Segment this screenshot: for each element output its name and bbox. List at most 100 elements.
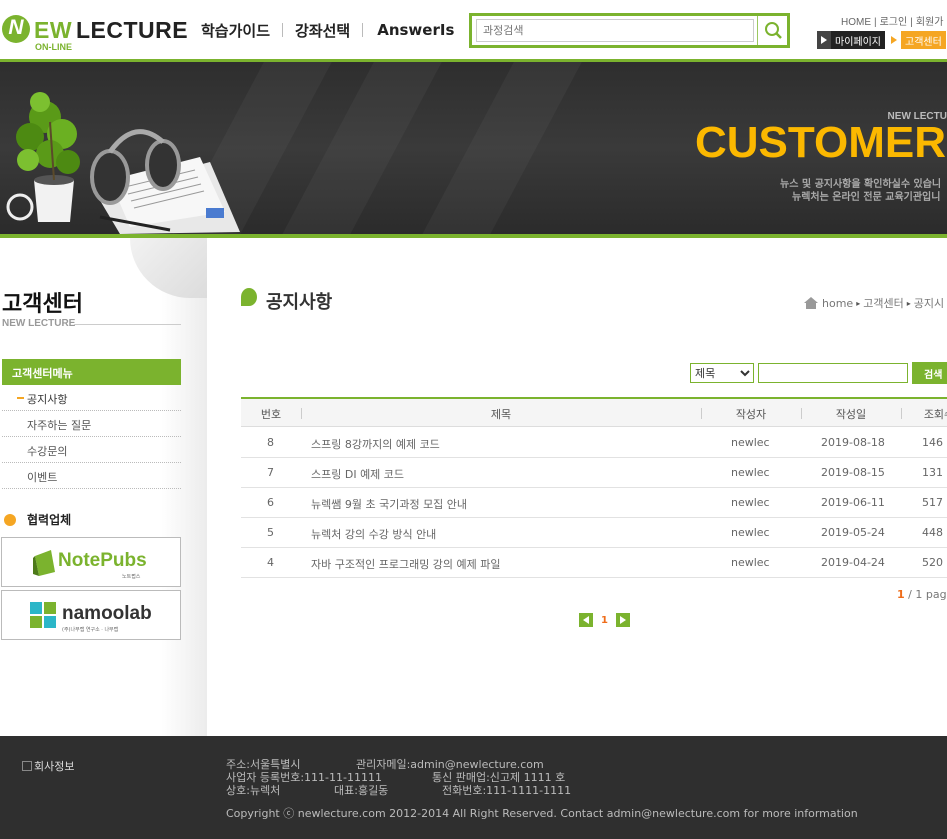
- col-no: 번호: [260, 408, 282, 421]
- sidebar-item-event[interactable]: 이벤트: [2, 463, 181, 489]
- table-row: 7 스프링 DI 예제 코드 newlec 2019-08-15 131: [241, 458, 947, 488]
- title-leaf-icon: [241, 288, 257, 306]
- partner-subname: (주)나무랩 연구소 · 나무랩: [62, 627, 119, 633]
- row-no: 4: [267, 556, 274, 569]
- row-no: 8: [267, 436, 274, 449]
- table-row: 4 자바 구조적인 프로그래밍 강의 예제 파일 newlec 2019-04-…: [241, 548, 947, 578]
- col-date: 작성일: [835, 408, 867, 421]
- partner-name: namoolab: [62, 603, 152, 624]
- table-header: 번호 제목 작성자 작성일 조회수: [241, 397, 947, 427]
- breadcrumb-notice[interactable]: 공지시: [914, 295, 944, 311]
- page: N EW LECTURE ON-LINE 학습가이드 강좌선택 AnswerIs…: [0, 0, 947, 839]
- footer-logo: 회사정보: [22, 758, 74, 774]
- arrow-right-icon: [619, 616, 626, 624]
- sidebar: 고객센터 NEW LECTURE 고객센터메뉴 공지사항 자주하는 질문 수강문…: [0, 238, 207, 736]
- col-title: 제목: [490, 408, 512, 421]
- banner-title: CUSTOMER: [695, 118, 946, 167]
- arrow-right-icon: [817, 31, 831, 49]
- board-search-input[interactable]: [758, 363, 908, 383]
- logo-text-lecture: LECTURE: [76, 17, 189, 43]
- row-no: 7: [267, 466, 274, 479]
- util-join-link[interactable]: 회원가: [916, 17, 944, 28]
- row-hit: 146: [922, 436, 943, 449]
- bullet-icon: [4, 514, 16, 526]
- footer-info-line: 상호:뉴렉처 대표:홍길동 전화번호:111-1111-1111: [226, 782, 571, 798]
- util-links: HOME | 로그인 | 회원가: [841, 17, 944, 28]
- search-field-select[interactable]: 제목: [690, 363, 754, 383]
- row-title-link[interactable]: 뉴렉처 강의 수강 방식 안내: [311, 526, 436, 542]
- page-current: 1: [897, 588, 905, 601]
- mypage-button[interactable]: 마이페이지: [817, 31, 885, 49]
- row-writer: newlec: [731, 436, 770, 449]
- row-date: 2019-05-24: [821, 526, 885, 539]
- breadcrumb-arrow-icon: ▸: [856, 298, 861, 308]
- col-writer: 작성자: [735, 408, 767, 421]
- search-icon: [765, 22, 782, 39]
- page-total: / 1 pag: [908, 588, 947, 601]
- sidebar-item-faq[interactable]: 자주하는 질문: [2, 411, 181, 437]
- active-marker: [17, 397, 24, 399]
- footer-copyright: Copyright ⓒ newlecture.com 2012-2014 All…: [226, 807, 858, 820]
- partner-name: NotePubs: [58, 550, 147, 571]
- footer: 회사정보 주소:서울특별시 관리자메일:admin@newlecture.com …: [0, 736, 947, 839]
- nav-answeris[interactable]: AnswerIs: [363, 21, 466, 39]
- page-count: 1 / 1 pag: [897, 588, 947, 601]
- row-title-link[interactable]: 자바 구조적인 프로그래밍 강의 예제 파일: [311, 556, 501, 572]
- logo-subtext: ON-LINE: [35, 42, 72, 52]
- sidebar-item-inquiry[interactable]: 수강문의: [2, 437, 181, 463]
- next-page-button[interactable]: [615, 613, 630, 627]
- banner-description: 뉴렉처는 온라인 전문 교육기관입니: [792, 192, 941, 203]
- sidebar-title: 고객센터: [2, 292, 83, 317]
- banner-stripe: [412, 62, 588, 234]
- pagination: 1: [579, 613, 630, 627]
- customer-center-button[interactable]: 고객센터: [887, 31, 946, 49]
- row-no: 5: [267, 526, 274, 539]
- util-home-link[interactable]: HOME: [841, 17, 871, 28]
- util-login-link[interactable]: 로그인: [880, 17, 908, 28]
- row-writer: newlec: [731, 526, 770, 539]
- row-hit: 448: [922, 526, 943, 539]
- nav-study-guide[interactable]: 학습가이드: [193, 20, 282, 41]
- col-hit: 조회수: [923, 408, 947, 421]
- breadcrumb: home ▸ 고객센터 ▸ 공지시: [804, 295, 944, 311]
- customer-center-label: 고객센터: [905, 36, 942, 48]
- notepubs-logo-icon: [33, 550, 55, 576]
- course-search: [469, 13, 790, 48]
- row-hit: 517: [922, 496, 943, 509]
- row-date: 2019-08-15: [821, 466, 885, 479]
- prev-page-button[interactable]: [579, 613, 593, 627]
- site-logo[interactable]: N EW LECTURE ON-LINE: [2, 15, 189, 55]
- row-title-link[interactable]: 스프링 DI 예제 코드: [311, 466, 404, 482]
- partner-namoolab[interactable]: namoolab (주)나무랩 연구소 · 나무랩: [1, 590, 181, 640]
- course-search-input[interactable]: [476, 19, 754, 42]
- page-curl-decoration: [130, 238, 207, 298]
- partner-title: 협력업체: [27, 513, 72, 527]
- column-separator: [901, 408, 902, 419]
- namoolab-logo-icon: [30, 602, 56, 628]
- arrow-right-icon: [887, 31, 901, 49]
- footer-ceo: 대표:홍길동: [334, 784, 389, 797]
- main-nav: 학습가이드 강좌선택 AnswerIs: [193, 18, 466, 42]
- row-writer: newlec: [731, 556, 770, 569]
- partner-notepubs[interactable]: NotePubs 노트펍스: [1, 537, 181, 587]
- nav-course-select[interactable]: 강좌선택: [283, 20, 362, 41]
- partner-subname: 노트펍스: [122, 574, 141, 580]
- quick-links: 마이페이지 고객센터: [817, 31, 947, 49]
- sidebar-subtitle: NEW LECTURE: [2, 318, 76, 329]
- home-icon: [804, 297, 818, 309]
- mypage-label: 마이페이지: [835, 36, 881, 48]
- board-search-button[interactable]: 검색: [912, 362, 947, 384]
- breadcrumb-home[interactable]: home: [822, 297, 853, 310]
- row-title-link[interactable]: 스프링 8강까지의 예제 코드: [311, 436, 440, 452]
- sidebar-item-label: 수강문의: [27, 445, 68, 458]
- broken-image-icon: [22, 761, 32, 771]
- footer-tel: 전화번호:111-1111-1111: [442, 784, 572, 797]
- visual-banner: NEW LECTU CUSTOMER 뉴스 및 공지사항을 확인하실수 있습니 …: [0, 62, 947, 234]
- breadcrumb-customer-center[interactable]: 고객센터: [863, 295, 903, 311]
- page-number-link[interactable]: 1: [601, 615, 608, 626]
- row-title-link[interactable]: 뉴렉쌤 9월 초 국기과정 모집 안내: [311, 496, 467, 512]
- search-button[interactable]: [757, 16, 787, 45]
- row-date: 2019-08-18: [821, 436, 885, 449]
- arrow-left-icon: [583, 616, 589, 624]
- sidebar-item-notice[interactable]: 공지사항: [2, 385, 181, 411]
